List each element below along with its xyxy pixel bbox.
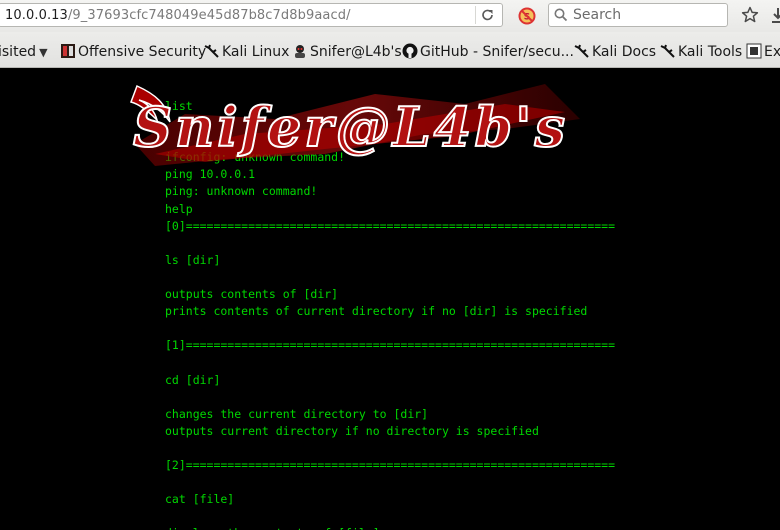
bookmark-kali-docs[interactable]: Kali Docs xyxy=(574,41,656,61)
bookmark-label: Ex xyxy=(764,44,780,60)
url-text[interactable]: 10.0.0.13/9_37693cfc748049e45d87b8c7d8b9… xyxy=(5,8,351,23)
bookmark-label: Kali Docs xyxy=(592,44,657,60)
snifer-logo: Snifer@L4b's xyxy=(130,84,580,166)
bookmark-offensive-security[interactable]: Offensive Security xyxy=(60,41,206,61)
bookmark-most-visited[interactable]: isited ▼ xyxy=(0,41,48,61)
bookmark-exploit-db[interactable]: Ex xyxy=(746,41,780,61)
noscript-icon: S xyxy=(518,7,536,25)
search-bar[interactable]: Search xyxy=(548,3,728,27)
github-icon xyxy=(402,43,418,59)
terminal-line: changes the current directory to [dir] xyxy=(165,406,429,421)
url-host: 10.0.0.13 xyxy=(5,8,68,23)
terminal-line: [0]=====================================… xyxy=(165,218,616,233)
dropdown-arrow-icon: ▼ xyxy=(39,46,48,59)
bookmark-label: isited xyxy=(0,44,37,60)
terminal-line: displays the contents of [file] xyxy=(165,525,725,530)
terminal-line: cat [file] xyxy=(165,492,235,507)
url-bar[interactable]: 10.0.0.13/9_37693cfc748049e45d87b8c7d8b9… xyxy=(0,3,503,27)
offsec-icon xyxy=(61,44,75,58)
bookmark-label: Kali Tools xyxy=(678,44,743,60)
terminal-line: ls [dir] xyxy=(165,252,221,267)
terminal-line: [1]=====================================… xyxy=(165,338,616,353)
bookmarks-toolbar: isited ▼ Offensive Security Kali Linux Sn… xyxy=(0,32,780,68)
bookmark-label: Offensive Security xyxy=(78,44,207,60)
star-icon xyxy=(741,6,759,23)
download-button[interactable] xyxy=(768,5,780,25)
bookmark-kali-tools[interactable]: Kali Tools xyxy=(660,41,742,61)
bookmark-label: Snifer@L4b's xyxy=(310,44,402,60)
snifer-icon xyxy=(295,45,305,58)
kali-dragon-icon xyxy=(204,44,219,58)
reload-icon xyxy=(482,9,493,21)
page-content: listifconfig: unknown command!ping 10.0.… xyxy=(0,68,780,530)
terminal-line: outputs current directory if no director… xyxy=(165,423,539,438)
kali-dragon-icon xyxy=(660,44,675,58)
navigation-toolbar: 10.0.0.13/9_37693cfc748049e45d87b8c7d8b9… xyxy=(0,0,780,32)
url-path: /9_37693cfc748049e45d87b8c7d8b9aacd/ xyxy=(67,8,351,23)
bookmark-label: GitHub - Snifer/secu... xyxy=(420,44,574,60)
noscript-button[interactable]: S xyxy=(517,6,537,26)
terminal-line: cd [dir] xyxy=(165,372,221,387)
terminal-line: ping: unknown command! xyxy=(165,184,318,199)
bookmark-github[interactable]: GitHub - Snifer/secu... xyxy=(402,41,574,61)
bookmark-kali-linux[interactable]: Kali Linux xyxy=(204,41,289,61)
terminal-line: prints contents of current directory if … xyxy=(165,304,588,319)
kali-dragon-icon xyxy=(574,44,589,58)
reload-button[interactable] xyxy=(475,6,500,24)
search-input[interactable]: Search xyxy=(573,7,621,23)
bookmark-snifer[interactable]: Snifer@L4b's xyxy=(292,41,402,61)
bookmark-star-button[interactable] xyxy=(740,5,760,25)
terminal-line: [2]=====================================… xyxy=(165,457,616,472)
terminal-line: outputs contents of [dir] xyxy=(165,287,339,302)
logo-text: Snifer@L4b's xyxy=(133,95,568,159)
search-icon xyxy=(554,8,568,22)
download-icon xyxy=(772,8,780,23)
terminal-line: help xyxy=(165,201,193,216)
bookmark-label: Kali Linux xyxy=(222,44,290,60)
exploit-db-icon xyxy=(746,43,762,59)
